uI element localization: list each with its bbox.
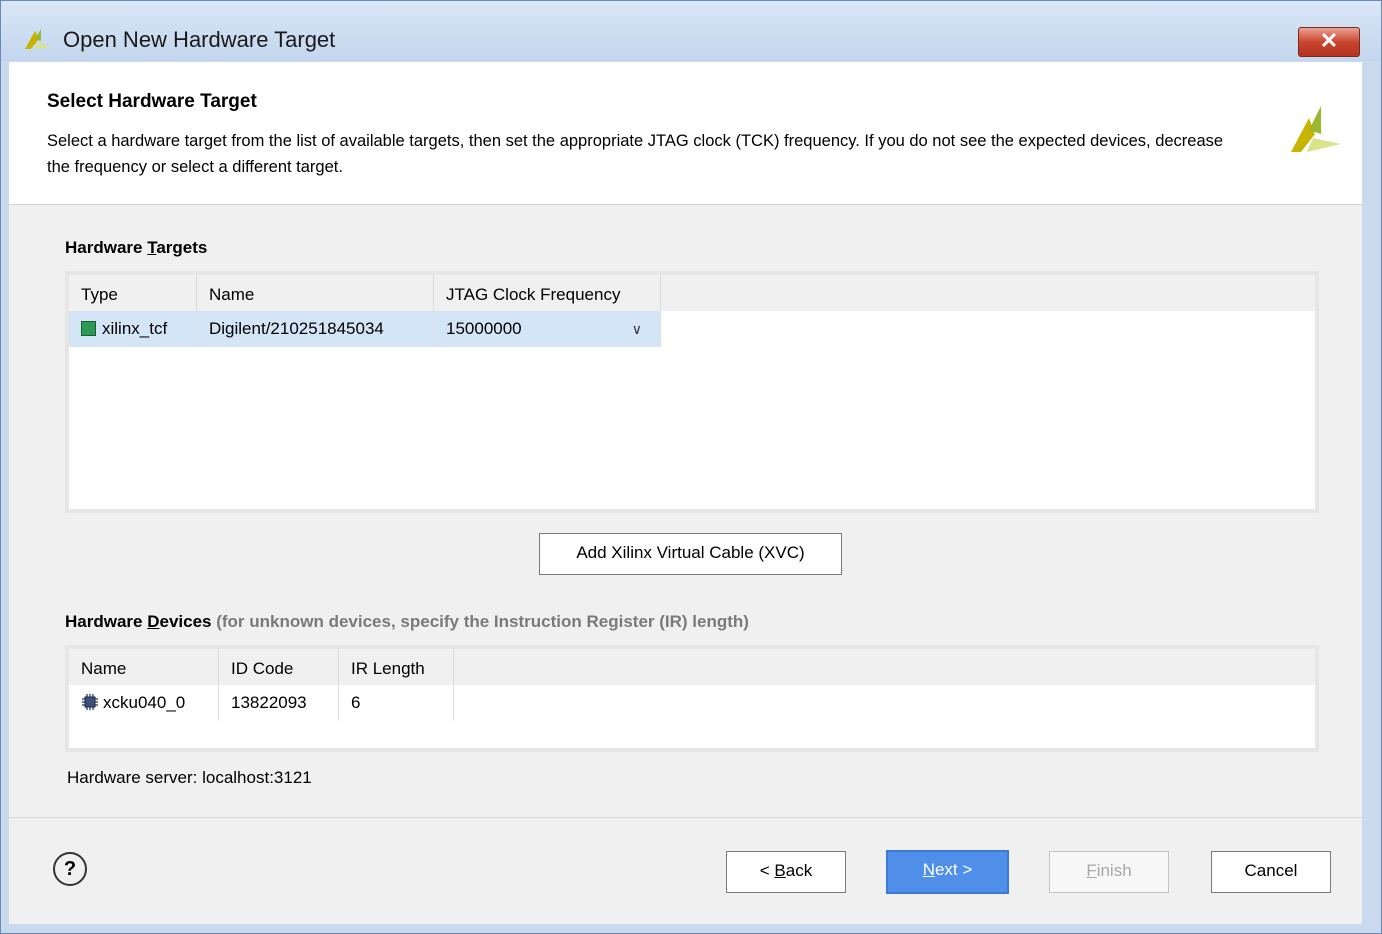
xilinx-logo-icon xyxy=(1291,106,1341,152)
cell-ir-length[interactable]: 6 xyxy=(339,685,454,721)
table-row[interactable]: xcku040_0 13822093 6 xyxy=(69,685,454,721)
chip-icon xyxy=(82,694,98,710)
button-text: ext > xyxy=(934,860,973,879)
column-header-type[interactable]: Type xyxy=(69,275,197,311)
label-mnemonic: D xyxy=(147,612,160,631)
dialog-window: Open New Hardware Target ✕ Select Hardwa… xyxy=(0,0,1382,934)
button-mnemonic: B xyxy=(774,861,786,880)
table-header: Type Name JTAG Clock Frequency xyxy=(69,275,1315,311)
button-mnemonic: N xyxy=(922,860,935,879)
label-mnemonic: T xyxy=(147,238,157,257)
column-header-name[interactable]: Name xyxy=(197,275,434,311)
cancel-button[interactable]: Cancel xyxy=(1211,851,1331,893)
table-row[interactable]: xilinx_tcf Digilent/210251845034 1500000… xyxy=(69,311,661,347)
page-title: Select Hardware Target xyxy=(47,91,257,112)
back-button[interactable]: < Back xyxy=(726,851,846,893)
page-description: Select a hardware target from the list o… xyxy=(47,132,1224,176)
finish-button[interactable]: Finish xyxy=(1049,851,1169,893)
column-header-id-code[interactable]: ID Code xyxy=(219,649,339,685)
footer-divider xyxy=(9,817,1362,818)
cell-text: xilinx_tcf xyxy=(102,319,168,338)
hardware-devices-table[interactable]: Name ID Code IR Length xcku040_0 1382209… xyxy=(65,645,1319,752)
column-header-frequency[interactable]: JTAG Clock Frequency xyxy=(434,275,661,311)
cell-id-code[interactable]: 13822093 xyxy=(219,685,339,721)
help-icon[interactable]: ? xyxy=(53,852,87,886)
cable-icon xyxy=(81,321,96,336)
column-header-ir-length[interactable]: IR Length xyxy=(339,649,454,685)
label-text: Hardware xyxy=(65,238,148,257)
next-button[interactable]: Next > xyxy=(886,850,1009,894)
hardware-targets-label: Hardware Targets xyxy=(65,238,207,258)
label-text: argets xyxy=(156,238,208,257)
cell-device-name[interactable]: xcku040_0 xyxy=(69,685,219,721)
cell-name[interactable]: Digilent/210251845034 xyxy=(197,311,434,347)
title-bar[interactable]: Open New Hardware Target ✕ xyxy=(1,1,1381,61)
cell-type[interactable]: xilinx_tcf xyxy=(69,311,197,347)
hardware-targets-table[interactable]: Type Name JTAG Clock Frequency xilinx_tc… xyxy=(65,271,1319,513)
hardware-server-status: Hardware server: localhost:3121 xyxy=(67,768,312,787)
button-mnemonic: F xyxy=(1086,861,1097,880)
label-text: Hardware xyxy=(65,612,148,631)
button-text: < xyxy=(759,861,775,880)
add-xvc-button[interactable]: Add Xilinx Virtual Cable (XVC) xyxy=(539,533,842,575)
close-button[interactable]: ✕ xyxy=(1298,27,1360,57)
table-header: Name ID Code IR Length xyxy=(69,649,1315,685)
chevron-down-icon[interactable]: ∨ xyxy=(632,311,642,347)
xilinx-logo-icon xyxy=(25,29,51,49)
button-text: ack xyxy=(785,861,813,880)
devices-hint: (for unknown devices, specify the Instru… xyxy=(211,612,749,631)
column-header-name[interactable]: Name xyxy=(69,649,219,685)
hardware-devices-label: Hardware Devices (for unknown devices, s… xyxy=(65,612,749,632)
wizard-header: Select Hardware Target Select a hardware… xyxy=(9,62,1362,205)
dialog-client: Select Hardware Target Select a hardware… xyxy=(9,62,1362,924)
button-text: inish xyxy=(1096,861,1132,880)
frequency-value: 15000000 xyxy=(446,319,522,338)
frequency-dropdown[interactable]: 15000000 ∨ xyxy=(434,311,661,347)
label-text: evices xyxy=(159,612,212,631)
window-title: Open New Hardware Target xyxy=(63,27,336,52)
cell-text: xcku040_0 xyxy=(103,693,186,712)
